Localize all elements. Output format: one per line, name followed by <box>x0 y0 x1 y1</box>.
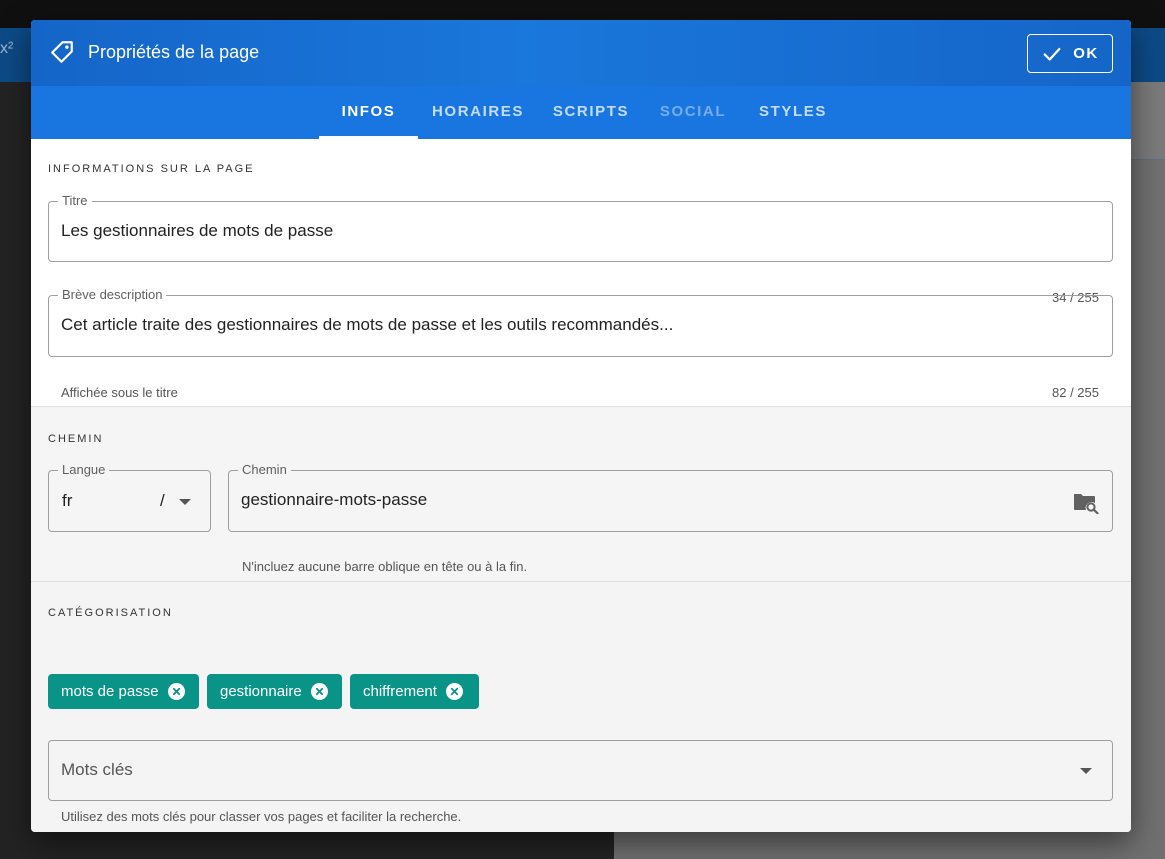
path-section: CHEMIN Langue fr / Chemin N'incluez aucu… <box>31 408 1131 582</box>
path-field[interactable]: Chemin <box>228 463 1113 532</box>
tag-chip[interactable]: mots de passe <box>48 674 199 709</box>
page-properties-dialog: Propriétés de la page OK INFOS HORAIRES … <box>31 20 1131 832</box>
path-field-label: Chemin <box>238 463 291 477</box>
tab-horaires[interactable]: HORAIRES <box>424 86 532 139</box>
background-glyph: x² <box>0 40 14 57</box>
tag-chip-label: chiffrement <box>363 683 437 700</box>
description-field-label: Brève description <box>58 288 167 302</box>
tab-social: SOCIAL <box>659 103 727 120</box>
check-icon <box>1043 47 1061 61</box>
tag-icon <box>51 41 73 63</box>
tag-chip[interactable]: gestionnaire <box>207 674 342 709</box>
categorization-section: CATÉGORISATION mots de passe gestionnair… <box>31 583 1131 832</box>
title-field[interactable]: Titre <box>48 194 1113 262</box>
title-input[interactable] <box>61 218 881 244</box>
path-hint: N'incluez aucune barre oblique en tête o… <box>242 559 528 574</box>
tag-chip-label: gestionnaire <box>220 683 302 700</box>
description-input[interactable] <box>61 312 1091 338</box>
description-field[interactable]: Brève description <box>48 288 1113 357</box>
path-input[interactable] <box>241 487 1041 513</box>
info-section-label: INFORMATIONS SUR LA PAGE <box>48 163 255 175</box>
title-field-label: Titre <box>58 194 92 208</box>
tab-styles[interactable]: STYLES <box>749 86 837 139</box>
folder-search-icon[interactable] <box>1073 492 1099 514</box>
tab-bar: INFOS HORAIRES SCRIPTS SOCIAL STYLES <box>31 86 1131 139</box>
path-section-label: CHEMIN <box>48 433 104 445</box>
keywords-placeholder: Mots clés <box>61 760 133 779</box>
locale-value: fr <box>62 491 73 510</box>
locale-select[interactable]: Langue fr / <box>48 463 211 532</box>
categorization-section-label: CATÉGORISATION <box>48 607 173 619</box>
chevron-down-icon <box>179 499 191 505</box>
close-icon[interactable] <box>167 683 185 700</box>
tab-infos[interactable]: INFOS <box>319 86 418 139</box>
ok-button-label: OK <box>1073 45 1099 62</box>
chevron-down-icon <box>1080 768 1092 774</box>
dialog-title: Propriétés de la page <box>88 42 260 62</box>
tab-scripts[interactable]: SCRIPTS <box>543 86 639 139</box>
locale-select-label: Langue <box>58 463 110 477</box>
dialog-header: Propriétés de la page OK <box>31 20 1131 86</box>
info-section: INFORMATIONS SUR LA PAGE Titre 34 / 255 … <box>31 139 1131 407</box>
ok-button[interactable]: OK <box>1027 34 1113 73</box>
tag-chip-label: mots de passe <box>61 683 159 700</box>
close-icon[interactable] <box>310 683 328 700</box>
locale-separator: / <box>160 491 165 510</box>
keywords-hint: Utilisez des mots clés pour classer vos … <box>61 809 462 824</box>
close-icon[interactable] <box>445 683 463 700</box>
description-counter: 82 / 255 <box>1052 385 1099 400</box>
keywords-select[interactable]: Mots clés <box>48 740 1113 801</box>
tag-chip[interactable]: chiffrement <box>350 674 479 709</box>
description-hint: Affichée sous le titre <box>61 385 178 400</box>
